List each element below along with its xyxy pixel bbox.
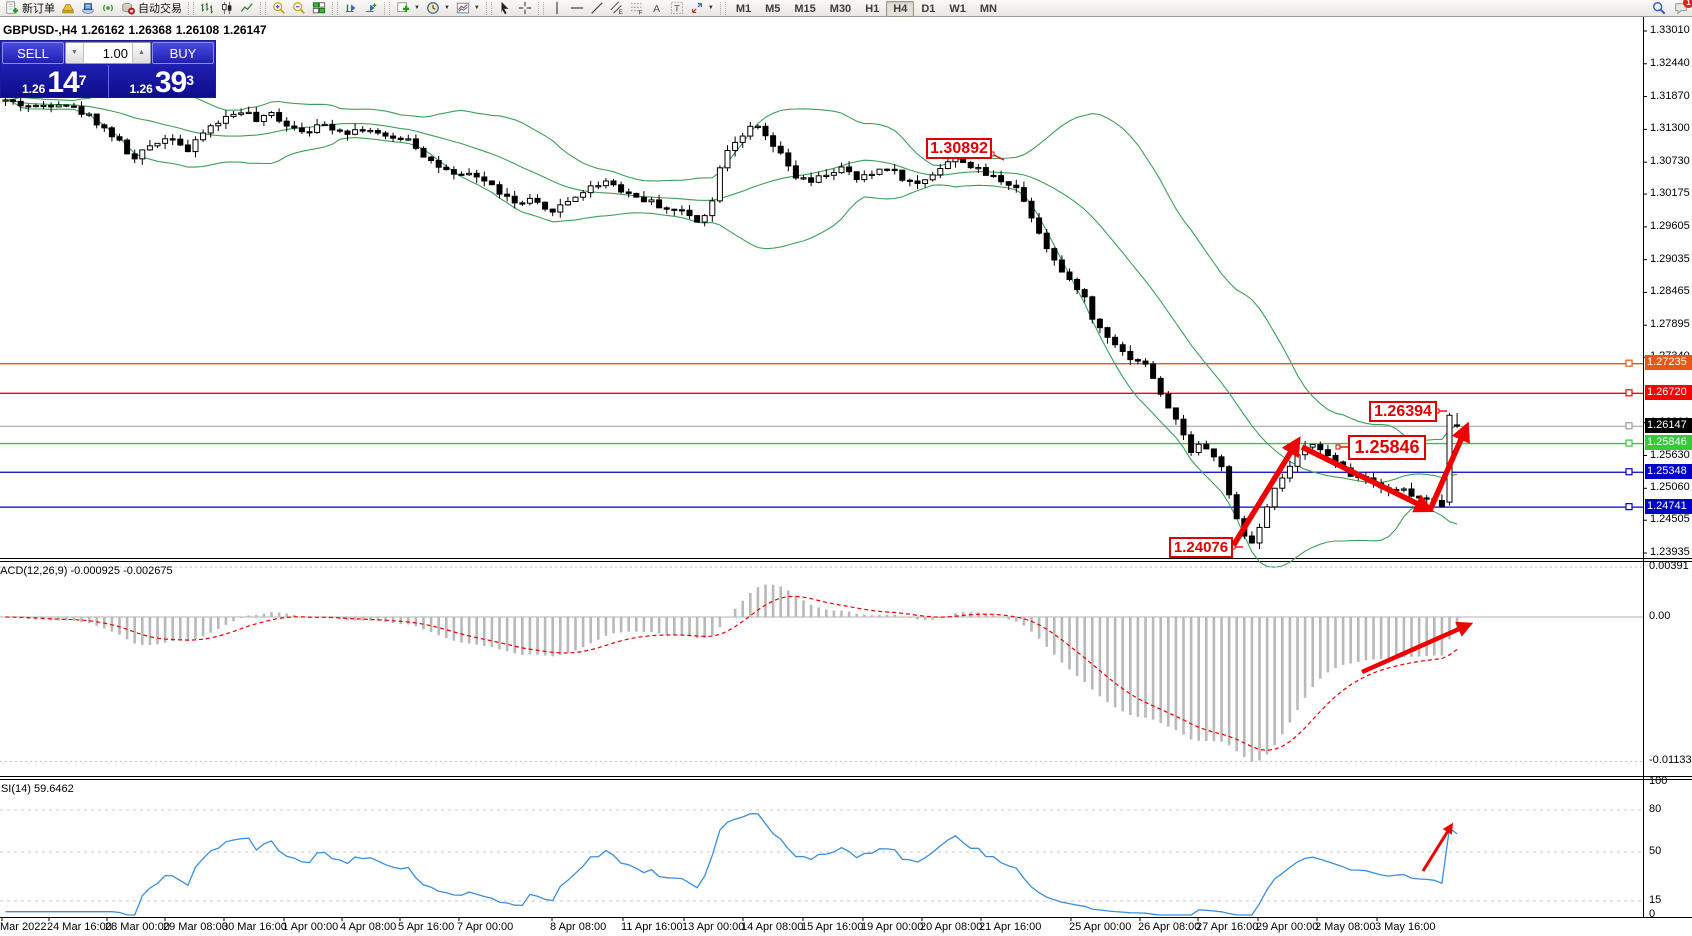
- horizontal-line-tool-button[interactable]: [567, 1, 587, 16]
- timeframe-m30[interactable]: M30: [823, 1, 858, 17]
- timeframe-m15[interactable]: M15: [787, 1, 822, 17]
- crosshair-icon: [518, 1, 532, 15]
- metaeditor-icon: [61, 1, 75, 15]
- buy-price-prefix: 1.26: [129, 82, 152, 96]
- line-chart-button[interactable]: [237, 1, 257, 16]
- svg-text:F: F: [639, 10, 643, 15]
- metaeditor-button[interactable]: [58, 1, 78, 16]
- periods-dropdown-caret[interactable]: ▼: [444, 5, 450, 11]
- arrows-icon: [690, 1, 704, 15]
- volume-stepper: ▼ ▲: [65, 42, 151, 64]
- bar-chart-icon: [200, 1, 214, 15]
- macd-signal-line: [6, 596, 1458, 750]
- candlestick-chart-button[interactable]: [217, 1, 237, 16]
- templates-icon: [456, 1, 470, 15]
- volume-input[interactable]: [84, 43, 132, 63]
- macd-arrow[interactable]: [1362, 625, 1468, 672]
- crosshair-tool-button[interactable]: [515, 1, 535, 16]
- arrows-tool-button[interactable]: ▼: [687, 1, 717, 16]
- sell-price-main: 14: [47, 70, 78, 96]
- timeframe-m5[interactable]: M5: [758, 1, 787, 17]
- svg-text:T: T: [674, 4, 680, 15]
- text-tool-button[interactable]: A: [647, 1, 667, 16]
- vertical-line-icon: [550, 1, 564, 15]
- signals-icon: [101, 1, 115, 15]
- one-click-trading-panel: SELL ▼ ▲ BUY 1.26 14 7 1.26 39 3: [0, 40, 216, 98]
- candlestick-chart-icon: [220, 1, 234, 15]
- buy-price-main: 39: [155, 70, 186, 96]
- line-chart-icon: [240, 1, 254, 15]
- signals-button[interactable]: [98, 1, 118, 16]
- rsi-line: [6, 814, 1458, 915]
- equidistant-channel-icon: E: [610, 1, 624, 15]
- periods-button[interactable]: ▼: [423, 1, 453, 16]
- data-window-icon: [81, 1, 95, 15]
- volume-increase-button[interactable]: ▲: [132, 43, 150, 63]
- zoom-out-icon: [292, 1, 306, 15]
- autotrading-label: 自动交易: [138, 0, 182, 16]
- svg-text:E: E: [619, 9, 623, 15]
- buy-button[interactable]: BUY: [152, 42, 214, 64]
- text-label-tool-button[interactable]: T: [667, 1, 687, 16]
- sell-button[interactable]: SELL: [2, 42, 64, 64]
- data-window-button[interactable]: [78, 1, 98, 16]
- trend-arrows[interactable]: [1233, 428, 1466, 546]
- chart-shift-button[interactable]: [361, 1, 381, 16]
- horizontal-line-icon: [570, 1, 584, 15]
- indicators-icon: [396, 1, 410, 15]
- indicators-button[interactable]: ▼: [393, 1, 423, 16]
- candlesticks: [3, 97, 1460, 549]
- trendline-icon: [590, 1, 604, 15]
- chat-button[interactable]: 1: [1674, 1, 1688, 15]
- chart-canvas[interactable]: [0, 0, 1692, 936]
- zoom-out-button[interactable]: [289, 1, 309, 16]
- sell-price-prefix: 1.26: [22, 82, 45, 96]
- timeframe-mn[interactable]: MN: [973, 1, 1004, 17]
- templates-dropdown-caret[interactable]: ▼: [474, 5, 480, 11]
- sell-price-pipette: 7: [79, 65, 87, 95]
- autotrading-icon: [121, 1, 135, 15]
- bar-chart-button[interactable]: [197, 1, 217, 16]
- timeframe-w1[interactable]: W1: [942, 1, 973, 17]
- text-icon: A: [650, 1, 664, 15]
- macd-histogram: [6, 585, 1458, 762]
- cursor-icon: [498, 1, 512, 15]
- chart-shift-icon: [364, 1, 378, 15]
- channel-tool-button[interactable]: E: [607, 1, 627, 16]
- svg-text:A: A: [653, 3, 660, 15]
- zoom-in-icon: [272, 1, 286, 15]
- new-order-button[interactable]: 新订单: [2, 1, 58, 16]
- autotrading-button[interactable]: 自动交易: [118, 1, 185, 16]
- timeframe-h4[interactable]: H4: [886, 1, 914, 17]
- text-label-icon: T: [670, 1, 684, 15]
- timeframe-h1[interactable]: H1: [858, 1, 886, 17]
- templates-button[interactable]: ▼: [453, 1, 483, 16]
- timeframe-toolbar: M1M5M15M30H1H4D1W1MN: [729, 0, 1004, 17]
- periods-clock-icon: [426, 1, 440, 15]
- timeframe-m1[interactable]: M1: [729, 1, 758, 17]
- new-order-label: 新订单: [22, 0, 55, 16]
- indicators-dropdown-caret[interactable]: ▼: [414, 5, 420, 11]
- buy-price-pipette: 3: [186, 65, 194, 95]
- zoom-in-button[interactable]: [269, 1, 289, 16]
- vertical-line-tool-button[interactable]: [547, 1, 567, 16]
- tile-windows-icon: [312, 1, 326, 15]
- trendline-tool-button[interactable]: [587, 1, 607, 16]
- chat-badge: 1: [1683, 0, 1692, 8]
- auto-scroll-button[interactable]: [341, 1, 361, 16]
- sell-price-button[interactable]: 1.26 14 7: [1, 65, 109, 97]
- fibonacci-tool-button[interactable]: F: [627, 1, 647, 16]
- toolbar: 新订单 自动交易: [0, 0, 1692, 17]
- search-icon[interactable]: [1652, 1, 1666, 15]
- auto-scroll-icon: [344, 1, 358, 15]
- fibonacci-icon: F: [630, 1, 644, 15]
- tile-windows-button[interactable]: [309, 1, 329, 16]
- volume-decrease-button[interactable]: ▼: [66, 43, 84, 63]
- buy-price-button[interactable]: 1.26 39 3: [109, 65, 216, 97]
- cursor-tool-button[interactable]: [495, 1, 515, 16]
- mt4-terminal: 新订单 自动交易: [0, 0, 1692, 936]
- timeframe-d1[interactable]: D1: [914, 1, 942, 17]
- new-order-icon: [5, 1, 19, 15]
- arrows-dropdown-caret[interactable]: ▼: [708, 5, 714, 11]
